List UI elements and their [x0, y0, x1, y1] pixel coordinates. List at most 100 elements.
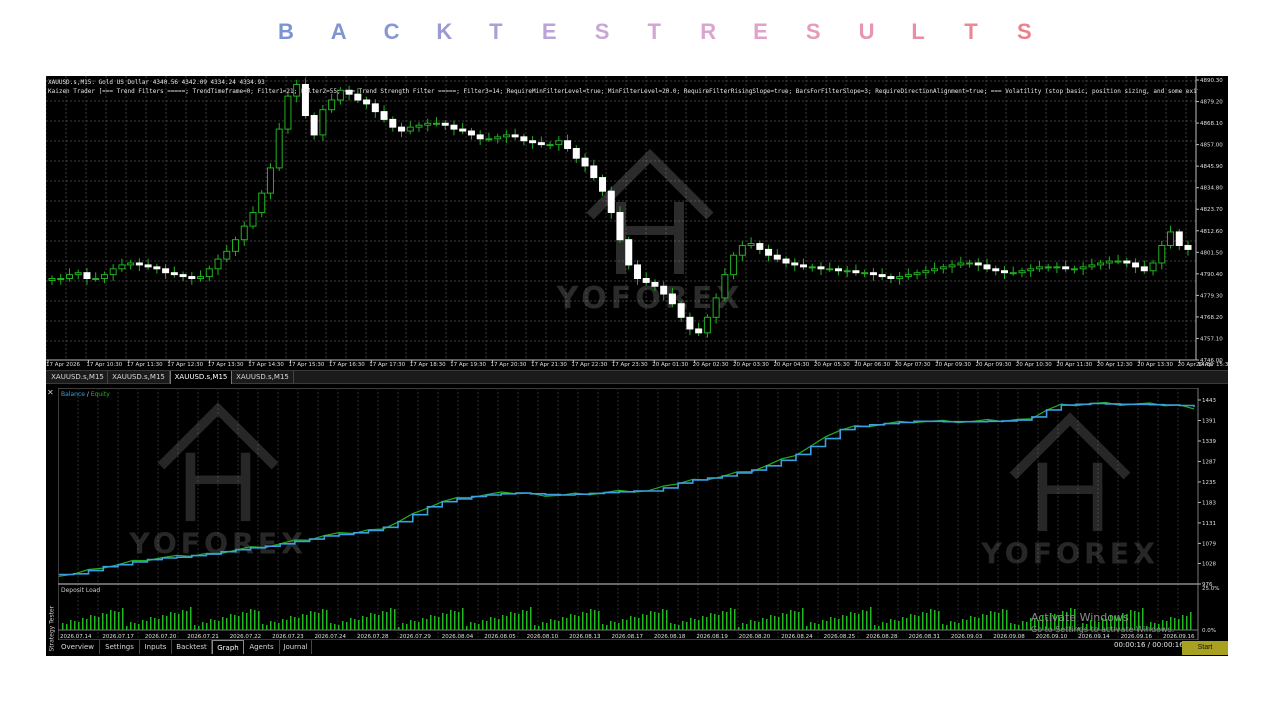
deposit-load-bar: [714, 614, 716, 630]
candle-body: [223, 250, 231, 260]
deposit-load-bar: [314, 612, 316, 630]
deposit-load-bar: [330, 623, 332, 630]
balance-equity-legend: Balance / Equity: [61, 391, 110, 398]
activate-windows-title: Activate Windows: [1031, 611, 1129, 624]
deposit-load-bar: [914, 615, 916, 630]
deposit-load-bar: [910, 614, 912, 630]
deposit-load-bar: [542, 622, 544, 630]
deposit-load-bar: [486, 621, 488, 630]
deposit-load-bar: [646, 615, 648, 630]
deposit-load-bar: [930, 609, 932, 630]
balance-axis-label: 1339: [1202, 439, 1216, 445]
deposit-load-bar: [966, 620, 968, 630]
tab-agents[interactable]: Agents: [244, 640, 280, 654]
candle-body: [1132, 262, 1140, 268]
time-label: 17 Apr 16:30: [329, 362, 365, 368]
candle-body: [800, 264, 808, 268]
deposit-load-bar: [90, 615, 92, 630]
deposit-load-bar: [150, 617, 152, 630]
candle-body: [992, 268, 1000, 272]
deposit-load-bar: [82, 618, 84, 630]
symbol-tab[interactable]: XAUUSD.s,M15: [48, 371, 108, 384]
backtest-results-heading: BACKTESTRESULTS: [0, 0, 1280, 64]
candle-body: [65, 274, 73, 280]
date-label: 2026.08.24: [781, 634, 813, 640]
deposit-load-bar: [182, 610, 184, 630]
time-label: 17 Apr 19:30: [450, 362, 486, 368]
deposit-load-bar: [450, 610, 452, 630]
tab-journal[interactable]: Journal: [280, 640, 312, 654]
candle-body: [966, 262, 974, 265]
deposit-load-bar: [650, 611, 652, 630]
deposit-load-bar: [882, 622, 884, 630]
candle-body: [1175, 231, 1183, 247]
date-label: 2026.08.10: [527, 634, 559, 640]
deposit-load-bar: [922, 612, 924, 630]
tab-backtest[interactable]: Backtest: [172, 640, 212, 654]
time-label: 17 Apr 21:30: [531, 362, 567, 368]
date-label: 2026.09.10: [1036, 634, 1068, 640]
deposit-load-bar: [1006, 610, 1008, 630]
deposit-load-bar: [874, 625, 876, 630]
deposit-load-bar: [422, 618, 424, 630]
deposit-load-bar: [1002, 609, 1004, 630]
candle-body: [1149, 262, 1157, 272]
tab-overview[interactable]: Overview: [56, 640, 100, 654]
deposit-load-bar: [510, 612, 512, 630]
deposit-load-bar: [142, 620, 144, 630]
deposit-load-bar: [546, 623, 548, 630]
symbol-tab[interactable]: XAUUSD.s,M15: [232, 371, 294, 384]
candle-body: [756, 243, 764, 250]
deposit-load-bar: [678, 625, 680, 630]
heading-letter: R: [700, 19, 717, 44]
symbol-tab[interactable]: XAUUSD.s,M15: [108, 371, 170, 384]
time-label: 17 Apr 14:30: [248, 362, 284, 368]
candle-body: [1158, 245, 1166, 264]
deposit-load-bar: [998, 613, 1000, 630]
deposit-load-bar: [794, 611, 796, 630]
deposit-load-bar: [854, 613, 856, 630]
candle-body: [1044, 266, 1052, 269]
candle-body: [913, 272, 921, 276]
deposit-load-bar: [262, 624, 264, 630]
deposit-load-bar: [482, 620, 484, 630]
activate-windows-subtitle: Go to Settings to activate Windows.: [1031, 625, 1175, 634]
deposit-load-bar: [138, 624, 140, 630]
deposit-load-bar: [178, 614, 180, 630]
deposit-load-bar: [226, 618, 228, 630]
deposit-load-bar: [1190, 612, 1192, 630]
deposit-load-bar: [662, 609, 664, 630]
deposit-load-bar: [126, 626, 128, 630]
price-chart[interactable]: YOFOREX 4890.30 4879.20 4868.10 4857.00 4845…: [46, 76, 1228, 370]
tab-graph[interactable]: Graph: [212, 640, 244, 654]
deposit-load-bar: [670, 623, 672, 630]
house-logo-icon: [674, 202, 684, 274]
deposit-load-bar: [690, 618, 692, 630]
date-label: 2026.08.13: [569, 634, 601, 640]
candle-body: [808, 266, 816, 269]
candle-body: [57, 278, 65, 281]
start-button[interactable]: Start: [1182, 641, 1228, 655]
deposit-load-bar: [1022, 621, 1024, 630]
deposit-load-bar: [990, 611, 992, 630]
house-logo-icon: [1092, 462, 1103, 532]
deposit-load-bar: [614, 622, 616, 630]
deposit-load-bar: [1014, 624, 1016, 630]
candle-body: [765, 248, 773, 256]
date-label: 2026.07.24: [315, 634, 347, 640]
deposit-load-bar: [906, 618, 908, 630]
date-label: 2026.07.29: [399, 634, 431, 640]
tab-inputs[interactable]: Inputs: [140, 640, 172, 654]
date-label: 2026.09.14: [1078, 634, 1110, 640]
deposit-load-bar: [718, 615, 720, 630]
candle-body: [537, 142, 545, 146]
symbol-tab[interactable]: XAUUSD.s,M15: [170, 371, 232, 384]
deposit-load-bar: [1186, 616, 1188, 630]
candle-body: [1123, 260, 1131, 264]
date-label: 2026.09.03: [951, 634, 983, 640]
time-label: 17 Apr 11:30: [127, 362, 163, 368]
tab-settings[interactable]: Settings: [100, 640, 140, 654]
balance-equity-chart[interactable]: YOFOREX YOFOREX 1443139113391287123511831…: [58, 388, 1228, 640]
deposit-load-bar: [350, 618, 352, 630]
deposit-load-bar: [554, 620, 556, 630]
